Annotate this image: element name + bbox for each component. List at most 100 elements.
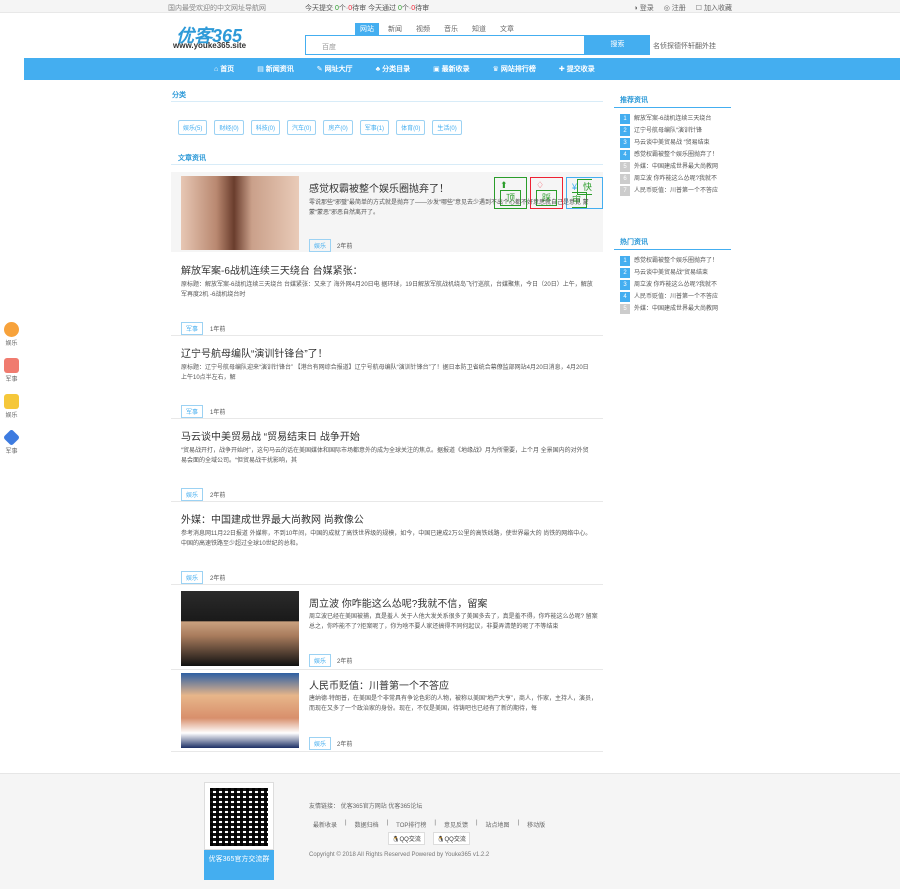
login-link[interactable]: ◑ 登录 [634,3,654,13]
divider [171,584,603,585]
article-time: 2年前 [337,742,353,748]
article-title[interactable]: 解放军案-6战机连续三天绕台 台媒紧张： [181,262,363,277]
list-item[interactable]: 3 周立波 你咋能这么怂呢?我就不 [620,280,730,292]
footer-link[interactable]: 移动版 [527,820,545,829]
article-title[interactable]: 马云谈中美贸易战 “贸易结束日 战争开始 [181,428,360,443]
article-image[interactable] [181,591,299,666]
article-desc: 原标题：解放军案-6战机连续三天绕台 台媒紧张：又来了 海外网4月20日电 据环… [181,282,593,298]
footer-link[interactable]: 意见反馈 [444,820,468,829]
featured-article[interactable]: 感觉权霸被整个娱乐圈抛弃了！ ⬆顶 ♢踩 ¥ 快审 零说那些“邪璧”最简单的方式就… [171,172,603,252]
featured-image[interactable] [181,176,299,250]
category-tag[interactable]: 娱乐(5) [178,120,208,135]
footer-link[interactable]: 数据归档 [355,820,379,829]
category-tag[interactable]: 房产(0) [323,120,353,135]
nav-submit[interactable]: ✚ 提交收录 [559,64,595,74]
nav-news[interactable]: ▤ 新闻资讯 [257,64,294,74]
article-tag[interactable]: 军事 [181,322,204,335]
category-tag[interactable]: 汽车(0) [287,120,317,135]
list-item[interactable]: 2 辽宁号航母编队“演训针锋 [620,126,730,138]
divider [171,501,603,502]
list-item[interactable]: 1 感觉权霸被整个娱乐圈抛弃了！ [620,256,730,268]
article-tag[interactable]: 娱乐 [309,239,332,252]
category-list: 娱乐(5) 财经(0) 科技(0) 汽车(0) 房产(0) 军事(1) 体育(0… [178,120,462,135]
list-item[interactable]: 6 周立波 你咋能这么怂呢?我就不 [620,174,730,186]
list-item[interactable]: 1 解放军案-6战机连续三天绕台 [620,114,730,126]
hot-search-link[interactable]: 名侦探德怀轩翻外挂 [653,41,716,51]
category-tag[interactable]: 军事(1) [359,120,390,135]
article-desc: “贸易战开打，战争开始时”，这句马云的话在美国媒体和国际市场都意外的成为全球关注… [181,448,589,464]
article-desc: 原标题：辽宁号航母编队迎来“演训针锋台” 【港台有网综合报道】辽宁号航母编队“演… [181,365,589,381]
friend-link[interactable]: 优客365论坛 [388,804,422,810]
footer: 优客365官方交流群 友情链接： 优客365官方网站 优客365论坛 最新收录 |… [0,773,900,889]
friend-link[interactable]: 优客365官方网站 [341,804,387,810]
nav-latest[interactable]: ▣ 最新收录 [433,64,470,74]
search-tab[interactable]: 音乐 [439,23,463,35]
article-title[interactable]: 周立波 你咋能这么怂呢?我就不信，留案 [309,595,487,610]
search-input[interactable]: 百度 [305,35,585,55]
category-tag[interactable]: 科技(0) [250,120,281,135]
featured-title[interactable]: 感觉权霸被整个娱乐圈抛弃了！ [309,180,449,195]
article-time: 2年前 [210,493,226,499]
category-tag[interactable]: 生活(0) [432,120,462,135]
list-item[interactable]: 5 外媒：中国建成世界最大尚教网 [620,162,730,174]
search-tab[interactable]: 网站 [355,23,379,35]
diamond-icon [3,429,20,446]
article-tag[interactable]: 娱乐 [181,488,204,501]
search-button[interactable]: 搜索 [585,35,650,55]
favorite-link[interactable]: ☐ 加入收藏 [696,3,732,13]
header: 优客365 www.youke365.site 网站 新闻 视频 音乐 知道 文… [0,13,900,58]
nav-home[interactable]: ⌂ 首页 [214,64,234,74]
article-tag[interactable]: 娱乐 [309,654,332,667]
submit-stats: 今天提交 0个·0待审 今天通过 0个·0待审 [305,5,430,12]
recommended-heading: 推荐资讯 [620,97,648,104]
article-time: 1年前 [210,410,226,416]
trophy-icon [4,394,19,409]
article-title[interactable]: 外媒：中国建成世界最大尚教网 尚教像公 [181,511,364,526]
main-nav: ⌂ 首页 ▤ 新闻资讯 ✎ 网址大厅 ♣ 分类目录 ▣ 最新收录 ♛ 网站排行榜… [24,58,900,80]
category-tag[interactable]: 财经(0) [214,120,244,135]
article-time: 1年前 [210,327,226,333]
article-title[interactable]: 辽宁号航母编队“演训针锋台”了！ [181,345,328,360]
nav-categories[interactable]: ♣ 分类目录 [376,64,411,74]
footer-link[interactable]: TOP排行榜 [396,820,426,829]
qq-button[interactable]: 🐧QQ交流 [388,832,425,845]
register-link[interactable]: ◎ 注册 [664,3,686,13]
float-item[interactable]: 军事 [3,358,20,383]
list-item[interactable]: 3 马云谈中美贸易战 “贸易结束 [620,138,730,150]
divider [614,249,731,250]
hot-list: 1 感觉权霸被整个娱乐圈抛弃了！ 2 马云谈中美贸易战“贸易结束 3 周立波 你咋能这… [620,256,730,316]
search-tab[interactable]: 知道 [467,23,491,35]
article-desc: 唐纳德·特朗普，在美国是个非常具有争论色彩的人物，被称以美国“地产大亨”，商人，… [309,696,597,712]
article-title[interactable]: 人民币贬值：川普第一个不答应 [309,677,449,692]
search-tab[interactable]: 新闻 [383,23,407,35]
footer-link[interactable]: 最新收录 [313,820,337,829]
float-item[interactable]: 娱乐 [3,394,20,419]
article-time: 2年前 [337,659,353,665]
search-tab[interactable]: 视频 [411,23,435,35]
article-tag[interactable]: 娱乐 [181,571,204,584]
article-desc: 参考消息网11月22日报道 外媒称，不到10年间，中国的成就了高铁世界级的规模，… [181,531,592,547]
article-time: 2年前 [210,576,226,582]
divider [171,335,603,336]
article-tag[interactable]: 军事 [181,405,204,418]
float-item[interactable]: 娱乐 [3,322,20,347]
list-item[interactable]: 4 感觉权霸被整个娱乐圈抛弃了！ [620,150,730,162]
list-item[interactable]: 5 外媒：中国建成世界最大尚教网 [620,304,730,316]
list-item[interactable]: 2 马云谈中美贸易战“贸易结束 [620,268,730,280]
float-item[interactable]: 军事 [3,429,20,455]
footer-links: 最新收录 | 数据归档 | TOP排行榜 | 意见反馈 | 站点地图 | 移动版 [313,820,546,829]
article-tag[interactable]: 娱乐 [309,737,332,750]
list-item[interactable]: 4 人民币贬值：川普第一个不答应 [620,292,730,304]
search-tab[interactable]: 文章 [495,23,519,35]
nav-sites[interactable]: ✎ 网址大厅 [317,64,353,74]
copyright: Copyright © 2018 All Rights Reserved Pow… [309,852,490,858]
qq-button[interactable]: 🐧QQ交流 [433,832,470,845]
category-tag[interactable]: 体育(0) [396,120,426,135]
qr-group-button[interactable]: 优客365官方交流群 [204,850,274,880]
list-item[interactable]: 7 人民币贬值：川普第一个不答应 [620,186,730,198]
footer-link[interactable]: 站点地图 [486,820,510,829]
nav-ranking[interactable]: ♛ 网站排行榜 [493,64,536,74]
divider [171,751,603,752]
article-image[interactable] [181,673,299,748]
smile-icon [4,322,19,337]
